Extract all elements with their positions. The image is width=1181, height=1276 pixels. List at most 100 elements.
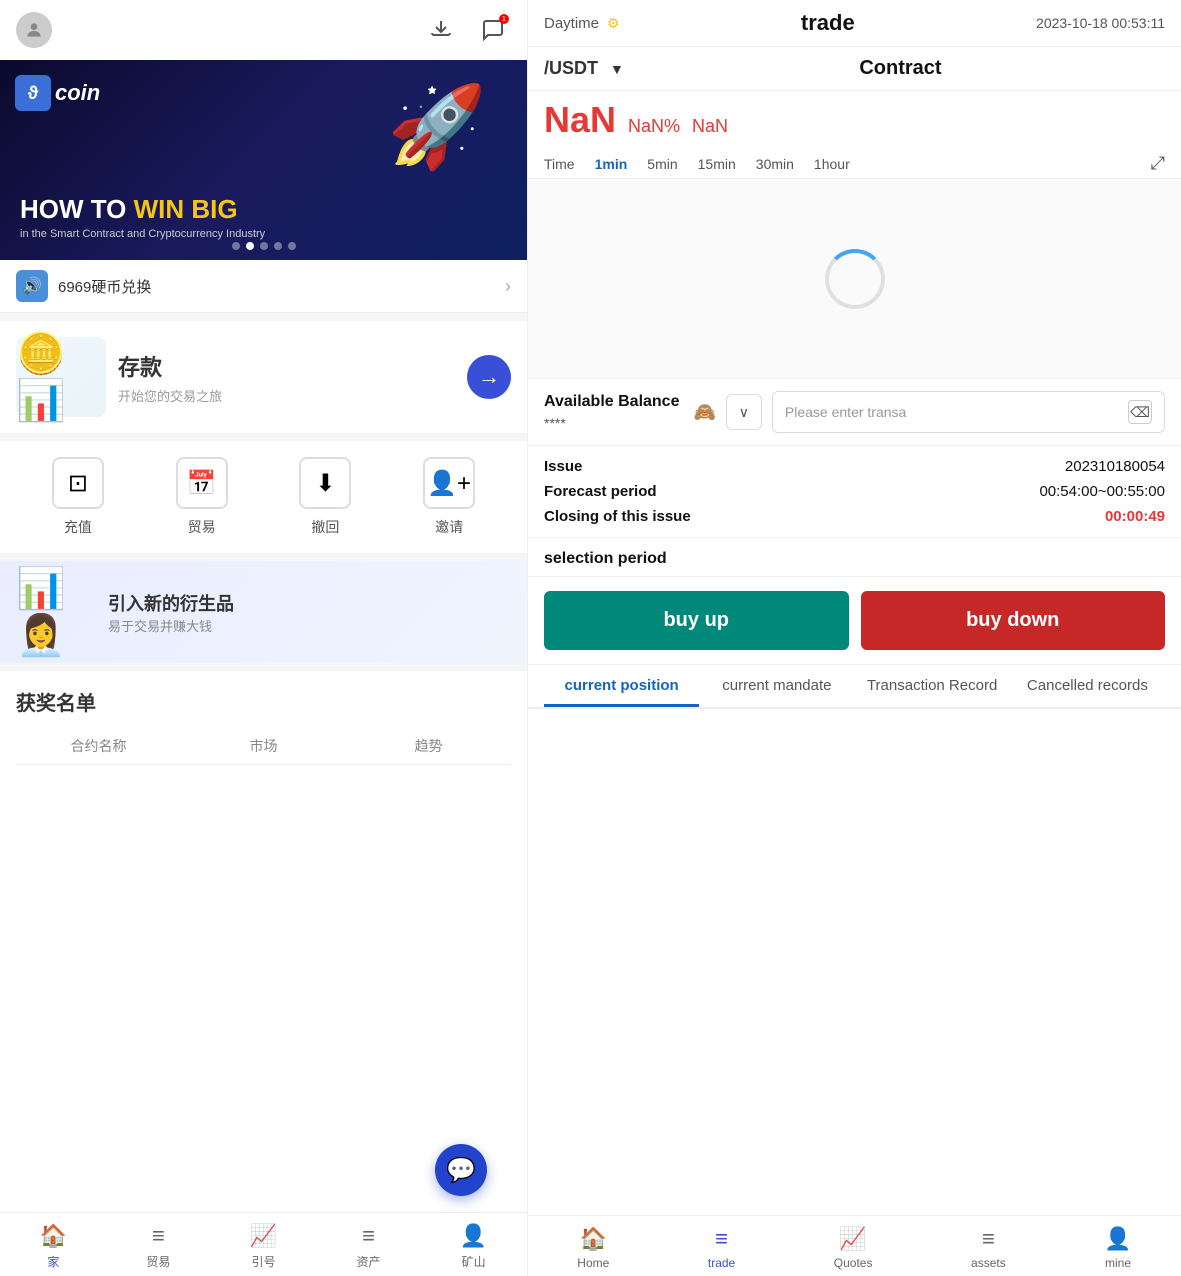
- chehui-icon: ⬇: [299, 457, 351, 509]
- tab-cancelled-records[interactable]: Cancelled records: [1010, 677, 1165, 707]
- right-nav-mine[interactable]: 👤 mine: [1104, 1226, 1131, 1270]
- banner-rocket: 🚀: [387, 80, 487, 174]
- menu-item-yaoqing[interactable]: 👤+ 邀请: [423, 457, 475, 537]
- dot-2: [246, 242, 254, 250]
- announcement-text: 6969硬币兑换: [58, 276, 151, 297]
- tab-1hour[interactable]: 1hour: [814, 156, 850, 172]
- promo-subtitle: 易于交易并赚大钱: [108, 616, 234, 635]
- info-row-closing: Closing of this issue 00:00:49: [544, 508, 1165, 525]
- nav-label-trade: 贸易: [146, 1253, 170, 1270]
- menu-item-chehui[interactable]: ⬇ 撤回: [299, 457, 351, 537]
- notification-badge: 1: [499, 14, 509, 24]
- card-subtitle: 开始您的交易之旅: [118, 386, 455, 405]
- banner-subtext: in the Smart Contract and Cryptocurrency…: [20, 228, 265, 240]
- info-row-forecast: Forecast period 00:54:00~00:55:00: [544, 483, 1165, 500]
- left-nav-assets[interactable]: ≡ 资产: [357, 1223, 381, 1270]
- issue-value: 202310180054: [1065, 458, 1165, 475]
- nav-label-quotes: 引号: [251, 1253, 275, 1270]
- issue-label: Issue: [544, 458, 582, 475]
- right-header-time: 2023-10-18 00:53:11: [1036, 15, 1165, 31]
- transaction-input-field[interactable]: Please enter transa ⌫: [772, 391, 1165, 433]
- header-icons: 1: [423, 12, 511, 48]
- menu-item-maovi[interactable]: 📅 贸易: [176, 457, 228, 537]
- yaoqing-icon: 👤+: [423, 457, 475, 509]
- menu-label-maovi: 贸易: [188, 517, 216, 537]
- banner-logo: ϑ coin: [15, 75, 100, 111]
- left-nav-quotes[interactable]: 📈 引号: [250, 1223, 277, 1270]
- clear-icon[interactable]: ⌫: [1128, 400, 1152, 424]
- right-bottom-nav: 🏠 Home ≡ trade 📈 Quotes ≡ assets 👤 mine: [528, 1215, 1181, 1276]
- dot-4: [274, 242, 282, 250]
- buy-up-button[interactable]: buy up: [544, 591, 849, 650]
- left-bottom-nav: 🏠 家 ≡ 贸易 📈 引号 ≡ 资产 👤 矿山: [0, 1212, 527, 1276]
- right-nav-assets[interactable]: ≡ assets: [971, 1226, 1006, 1270]
- dot-5: [288, 242, 296, 250]
- trade-buttons: buy up buy down: [528, 577, 1181, 665]
- pair-dropdown[interactable]: ▼: [610, 61, 624, 77]
- menu-label-yaoqing: 邀请: [435, 517, 463, 537]
- left-header: 1: [0, 0, 527, 60]
- expand-icon[interactable]: ⤢: [1151, 153, 1165, 174]
- announcement-arrow: ›: [505, 276, 511, 297]
- tab-current-position[interactable]: current position: [544, 677, 699, 707]
- chat-fab-button[interactable]: 💬: [435, 1144, 487, 1196]
- tab-5min[interactable]: 5min: [647, 156, 677, 172]
- tab-transaction-record[interactable]: Transaction Record: [855, 677, 1010, 707]
- promo-banner: 📊👩‍💼 引入新的衍生品 易于交易并赚大钱: [0, 561, 527, 663]
- announcement-bar[interactable]: 🔊 6969硬币兑换 ›: [0, 260, 527, 313]
- right-nav-home[interactable]: 🏠 Home: [577, 1226, 609, 1270]
- buy-down-button[interactable]: buy down: [861, 591, 1166, 650]
- tab-current-mandate[interactable]: current mandate: [699, 677, 854, 707]
- card-arrow-button[interactable]: →: [467, 355, 511, 399]
- right-nav-quotes[interactable]: 📈 Quotes: [834, 1226, 873, 1270]
- mine-icon: 👤: [460, 1223, 487, 1249]
- left-nav-trade[interactable]: ≡ 贸易: [146, 1223, 170, 1270]
- left-nav-mine[interactable]: 👤 矿山: [460, 1223, 487, 1270]
- menu-item-chongzhi[interactable]: ⊡ 充值: [52, 457, 104, 537]
- promo-content: 引入新的衍生品 易于交易并赚大钱: [108, 590, 234, 635]
- promo-image: 📊👩‍💼: [16, 577, 96, 647]
- right-nav-label-home: Home: [577, 1256, 609, 1270]
- info-row-issue: Issue 202310180054: [544, 458, 1165, 475]
- forecast-value: 00:54:00~00:55:00: [1039, 483, 1165, 500]
- message-button[interactable]: 1: [475, 12, 511, 48]
- promo-title: 引入新的衍生品: [108, 590, 234, 616]
- right-trade-icon: ≡: [715, 1226, 728, 1252]
- nav-label-mine: 矿山: [462, 1253, 486, 1270]
- download-button[interactable]: [423, 12, 459, 48]
- closing-label: Closing of this issue: [544, 508, 691, 525]
- right-assets-icon: ≡: [982, 1226, 995, 1252]
- tab-30min[interactable]: 30min: [756, 156, 794, 172]
- price-row: NaN NaN% NaN: [528, 91, 1181, 149]
- right-mine-icon: 👤: [1104, 1226, 1131, 1252]
- right-home-icon: 🏠: [580, 1226, 607, 1252]
- avatar[interactable]: [16, 12, 52, 48]
- time-tabs-row: Time 1min 5min 15min 30min 1hour ⤢: [528, 149, 1181, 179]
- menu-grid: ⊡ 充值 📅 贸易 ⬇ 撤回 👤+ 邀请: [0, 441, 527, 553]
- eye-icon[interactable]: 🙈: [693, 402, 715, 423]
- right-header-left: Daytime ⚙: [544, 15, 620, 32]
- winners-section: 获奖名单 合约名称 市场 趋势: [0, 671, 527, 1212]
- pair-label: /USDT: [544, 58, 598, 79]
- banner-headline: HOW TO WIN BIG: [20, 195, 265, 224]
- menu-label-chehui: 撤回: [311, 517, 339, 537]
- right-header-title: trade: [801, 10, 855, 36]
- balance-dropdown[interactable]: ∨: [726, 394, 762, 430]
- winners-title: 获奖名单: [16, 687, 511, 716]
- left-nav-home[interactable]: 🏠 家: [40, 1223, 67, 1270]
- quotes-icon: 📈: [250, 1223, 277, 1249]
- right-nav-trade[interactable]: ≡ trade: [708, 1226, 735, 1270]
- dot-3: [260, 242, 268, 250]
- chongzhi-icon: ⊡: [52, 457, 104, 509]
- selection-period-label: selection period: [528, 538, 1181, 577]
- gear-icon[interactable]: ⚙: [607, 15, 620, 32]
- tab-15min[interactable]: 15min: [698, 156, 736, 172]
- home-icon: 🏠: [40, 1223, 67, 1249]
- col-market: 市场: [181, 736, 346, 756]
- daytime-label: Daytime: [544, 15, 599, 32]
- tab-1min[interactable]: 1min: [595, 156, 628, 172]
- forecast-label: Forecast period: [544, 483, 657, 500]
- announcement-left: 🔊 6969硬币兑换: [16, 270, 151, 302]
- card-content: 存款 开始您的交易之旅: [118, 350, 455, 405]
- right-panel: Daytime ⚙ trade 2023-10-18 00:53:11 /USD…: [527, 0, 1181, 1276]
